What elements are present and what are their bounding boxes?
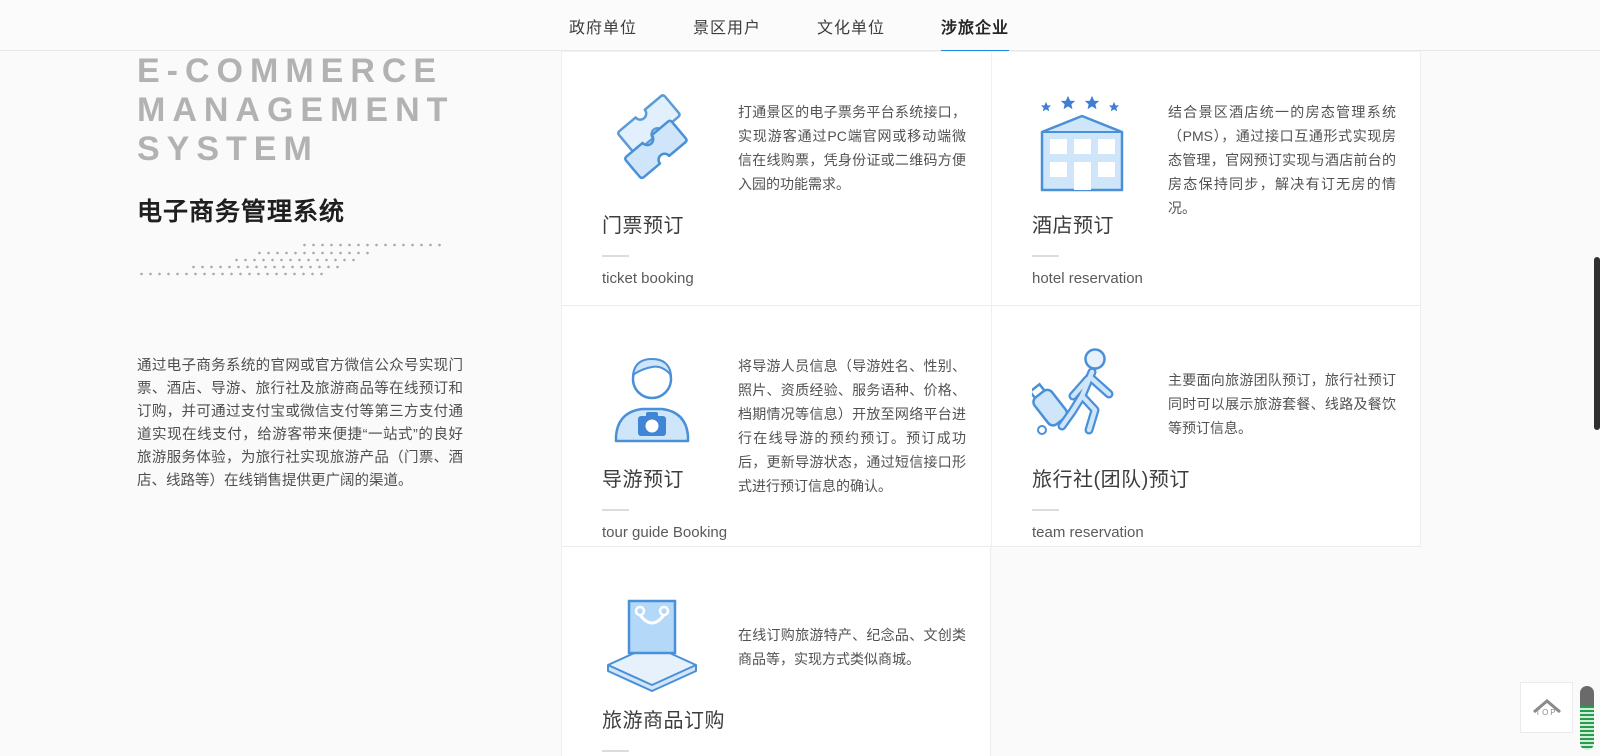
ticket-icon	[602, 92, 702, 199]
card-ticket-booking: 打通景区的电子票务平台系统接口，实现游客通过PC端官网或移动端微信在线购票，凭身…	[561, 51, 991, 306]
card-divider	[602, 255, 629, 257]
card-subtitle: hotel reservation	[1032, 270, 1392, 287]
scroll-progress-widget-stripes	[1580, 706, 1594, 750]
back-to-top-button[interactable]: TOP	[1520, 682, 1573, 733]
card-divider	[602, 509, 629, 511]
page-title-zh: 电子商务管理系统	[137, 192, 467, 228]
page-title-en-line3: SYSTEM	[137, 130, 467, 169]
dots-decoration	[137, 241, 447, 281]
card-description: 主要面向旅游团队预订，旅行社预订同时可以展示旅游套餐、线路及餐饮等预订信息。	[1168, 368, 1396, 440]
empty-grid-cell	[991, 547, 1421, 756]
tab-cultural-unit[interactable]: 文化单位	[789, 0, 913, 51]
card-title: 旅行社(团队)预订	[1032, 463, 1392, 492]
tab-tourism-enterprise[interactable]: 涉旅企业	[913, 0, 1037, 51]
scroll-progress-widget-cap	[1580, 686, 1594, 706]
card-description: 结合景区酒店统一的房态管理系统（PMS），通过接口互通形式实现房态管理，官网预订…	[1168, 100, 1396, 220]
tab-group: 政府单位 景区用户 文化单位 涉旅企业	[541, 0, 1037, 51]
back-to-top-label: TOP	[1535, 708, 1557, 717]
card-hotel-reservation: 结合景区酒店统一的房态管理系统（PMS），通过接口互通形式实现房态管理，官网预订…	[991, 51, 1421, 306]
card-travel-goods-ordering: 在线订购旅游特产、纪念品、文创类商品等，实现方式类似商城。 旅游商品订购	[561, 547, 991, 756]
scroll-progress-widget[interactable]	[1580, 686, 1594, 750]
tab-scenic-area-user[interactable]: 景区用户	[665, 0, 789, 51]
top-tab-bar: 政府单位 景区用户 文化单位 涉旅企业	[0, 0, 1600, 51]
traveler-icon	[1032, 346, 1132, 453]
dot-row	[232, 258, 360, 262]
scrollbar-thumb[interactable]	[1594, 257, 1600, 430]
page-title-en: E-COMMERCE MANAGEMENT SYSTEM	[137, 52, 467, 169]
card-description: 将导游人员信息（导游姓名、性别、照片、资质经验、服务语种、价格、档期情况等信息）…	[738, 354, 966, 498]
card-divider	[1032, 255, 1059, 257]
dot-row	[255, 251, 375, 255]
page-title-en-line2: MANAGEMENT	[137, 91, 467, 130]
card-divider	[602, 750, 629, 752]
card-description: 打通景区的电子票务平台系统接口，实现游客通过PC端官网或移动端微信在线购票，凭身…	[738, 100, 966, 196]
tour-guide-icon	[602, 346, 702, 453]
tab-government-unit[interactable]: 政府单位	[541, 0, 665, 51]
card-tour-guide-booking: 将导游人员信息（导游姓名、性别、照片、资质经验、服务语种、价格、档期情况等信息）…	[561, 306, 991, 547]
dot-row	[189, 265, 339, 269]
card-title: 门票预订	[602, 209, 963, 238]
hotel-icon	[1032, 92, 1132, 199]
intro-panel: E-COMMERCE MANAGEMENT SYSTEM 电子商务管理系统 通过…	[137, 52, 467, 281]
system-description: 通过电子商务系统的官网或官方微信公众号实现门票、酒店、导游、旅行社及旅游商品等在…	[137, 355, 463, 493]
page-title-en-line1: E-COMMERCE	[137, 52, 467, 91]
card-subtitle: tour guide Booking	[602, 524, 963, 541]
card-subtitle: ticket booking	[602, 270, 963, 287]
card-description: 在线订购旅游特产、纪念品、文创类商品等，实现方式类似商城。	[738, 623, 966, 671]
card-divider	[1032, 509, 1059, 511]
card-title: 旅游商品订购	[602, 704, 962, 733]
cards-panel: 打通景区的电子票务平台系统接口，实现游客通过PC端官网或移动端微信在线购票，凭身…	[561, 51, 1421, 756]
card-subtitle: team reservation	[1032, 524, 1392, 541]
shopping-bag-icon	[602, 587, 702, 694]
dot-row	[300, 243, 443, 247]
card-team-reservation: 主要面向旅游团队预订，旅行社预订同时可以展示旅游套餐、线路及餐饮等预订信息。 旅…	[991, 306, 1421, 547]
dot-row	[137, 272, 325, 276]
